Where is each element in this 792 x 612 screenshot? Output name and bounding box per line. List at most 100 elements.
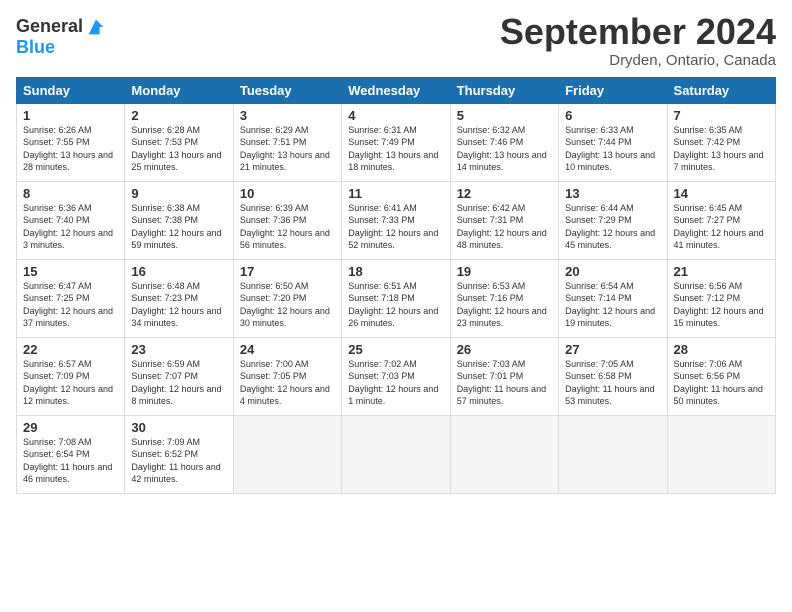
calendar-week-row: 15 Sunrise: 6:47 AMSunset: 7:25 PMDaylig… xyxy=(17,259,776,337)
day-number: 3 xyxy=(240,108,335,123)
day-info: Sunrise: 6:45 AMSunset: 7:27 PMDaylight:… xyxy=(674,203,764,251)
calendar-day-cell xyxy=(233,415,341,493)
day-number: 28 xyxy=(674,342,769,357)
day-number: 15 xyxy=(23,264,118,279)
calendar-day-cell xyxy=(450,415,558,493)
day-info: Sunrise: 6:39 AMSunset: 7:36 PMDaylight:… xyxy=(240,203,330,251)
day-number: 14 xyxy=(674,186,769,201)
calendar-day-cell xyxy=(667,415,775,493)
day-number: 9 xyxy=(131,186,226,201)
day-info: Sunrise: 7:08 AMSunset: 6:54 PMDaylight:… xyxy=(23,437,112,485)
calendar-day-cell: 27 Sunrise: 7:05 AMSunset: 6:58 PMDaylig… xyxy=(559,337,667,415)
weekday-header: Thursday xyxy=(450,77,558,103)
calendar-day-cell: 3 Sunrise: 6:29 AMSunset: 7:51 PMDayligh… xyxy=(233,103,341,181)
day-info: Sunrise: 6:32 AMSunset: 7:46 PMDaylight:… xyxy=(457,125,547,173)
day-number: 6 xyxy=(565,108,660,123)
calendar-day-cell: 12 Sunrise: 6:42 AMSunset: 7:31 PMDaylig… xyxy=(450,181,558,259)
calendar-day-cell: 28 Sunrise: 7:06 AMSunset: 6:56 PMDaylig… xyxy=(667,337,775,415)
weekday-header: Saturday xyxy=(667,77,775,103)
weekday-header: Sunday xyxy=(17,77,125,103)
day-info: Sunrise: 7:02 AMSunset: 7:03 PMDaylight:… xyxy=(348,359,438,407)
logo-icon xyxy=(85,16,107,38)
logo-subtext: Blue xyxy=(16,38,107,58)
calendar-day-cell: 23 Sunrise: 6:59 AMSunset: 7:07 PMDaylig… xyxy=(125,337,233,415)
day-number: 19 xyxy=(457,264,552,279)
weekday-header: Monday xyxy=(125,77,233,103)
day-info: Sunrise: 6:41 AMSunset: 7:33 PMDaylight:… xyxy=(348,203,438,251)
calendar-day-cell: 26 Sunrise: 7:03 AMSunset: 7:01 PMDaylig… xyxy=(450,337,558,415)
day-number: 23 xyxy=(131,342,226,357)
day-info: Sunrise: 6:31 AMSunset: 7:49 PMDaylight:… xyxy=(348,125,438,173)
day-number: 22 xyxy=(23,342,118,357)
calendar-day-cell: 14 Sunrise: 6:45 AMSunset: 7:27 PMDaylig… xyxy=(667,181,775,259)
day-info: Sunrise: 7:00 AMSunset: 7:05 PMDaylight:… xyxy=(240,359,330,407)
day-number: 30 xyxy=(131,420,226,435)
calendar-day-cell: 17 Sunrise: 6:50 AMSunset: 7:20 PMDaylig… xyxy=(233,259,341,337)
header: General Blue September 2024 Dryden, Onta… xyxy=(16,12,776,69)
day-info: Sunrise: 6:51 AMSunset: 7:18 PMDaylight:… xyxy=(348,281,438,329)
day-number: 11 xyxy=(348,186,443,201)
calendar-day-cell xyxy=(559,415,667,493)
calendar-table: SundayMondayTuesdayWednesdayThursdayFrid… xyxy=(16,77,776,494)
day-number: 4 xyxy=(348,108,443,123)
day-info: Sunrise: 7:06 AMSunset: 6:56 PMDaylight:… xyxy=(674,359,763,407)
day-number: 2 xyxy=(131,108,226,123)
calendar-day-cell: 29 Sunrise: 7:08 AMSunset: 6:54 PMDaylig… xyxy=(17,415,125,493)
calendar-day-cell: 6 Sunrise: 6:33 AMSunset: 7:44 PMDayligh… xyxy=(559,103,667,181)
day-info: Sunrise: 6:54 AMSunset: 7:14 PMDaylight:… xyxy=(565,281,655,329)
calendar-day-cell: 30 Sunrise: 7:09 AMSunset: 6:52 PMDaylig… xyxy=(125,415,233,493)
calendar-week-row: 1 Sunrise: 6:26 AMSunset: 7:55 PMDayligh… xyxy=(17,103,776,181)
day-number: 12 xyxy=(457,186,552,201)
day-info: Sunrise: 6:42 AMSunset: 7:31 PMDaylight:… xyxy=(457,203,547,251)
day-number: 13 xyxy=(565,186,660,201)
day-info: Sunrise: 6:26 AMSunset: 7:55 PMDaylight:… xyxy=(23,125,113,173)
day-number: 21 xyxy=(674,264,769,279)
calendar-week-row: 8 Sunrise: 6:36 AMSunset: 7:40 PMDayligh… xyxy=(17,181,776,259)
day-info: Sunrise: 6:36 AMSunset: 7:40 PMDaylight:… xyxy=(23,203,113,251)
calendar-day-cell: 7 Sunrise: 6:35 AMSunset: 7:42 PMDayligh… xyxy=(667,103,775,181)
logo-text: General xyxy=(16,17,83,37)
day-info: Sunrise: 7:05 AMSunset: 6:58 PMDaylight:… xyxy=(565,359,654,407)
day-info: Sunrise: 6:35 AMSunset: 7:42 PMDaylight:… xyxy=(674,125,764,173)
day-info: Sunrise: 6:57 AMSunset: 7:09 PMDaylight:… xyxy=(23,359,113,407)
calendar-day-cell: 15 Sunrise: 6:47 AMSunset: 7:25 PMDaylig… xyxy=(17,259,125,337)
day-number: 26 xyxy=(457,342,552,357)
calendar-day-cell: 4 Sunrise: 6:31 AMSunset: 7:49 PMDayligh… xyxy=(342,103,450,181)
day-number: 25 xyxy=(348,342,443,357)
weekday-header: Friday xyxy=(559,77,667,103)
day-info: Sunrise: 6:38 AMSunset: 7:38 PMDaylight:… xyxy=(131,203,221,251)
calendar-body: 1 Sunrise: 6:26 AMSunset: 7:55 PMDayligh… xyxy=(17,103,776,493)
calendar-day-cell: 25 Sunrise: 7:02 AMSunset: 7:03 PMDaylig… xyxy=(342,337,450,415)
calendar-day-cell: 21 Sunrise: 6:56 AMSunset: 7:12 PMDaylig… xyxy=(667,259,775,337)
day-info: Sunrise: 6:28 AMSunset: 7:53 PMDaylight:… xyxy=(131,125,221,173)
calendar-day-cell: 11 Sunrise: 6:41 AMSunset: 7:33 PMDaylig… xyxy=(342,181,450,259)
day-number: 5 xyxy=(457,108,552,123)
calendar-day-cell: 1 Sunrise: 6:26 AMSunset: 7:55 PMDayligh… xyxy=(17,103,125,181)
month-title: September 2024 xyxy=(500,12,776,52)
location: Dryden, Ontario, Canada xyxy=(500,52,776,69)
day-number: 7 xyxy=(674,108,769,123)
day-info: Sunrise: 6:33 AMSunset: 7:44 PMDaylight:… xyxy=(565,125,655,173)
day-info: Sunrise: 6:53 AMSunset: 7:16 PMDaylight:… xyxy=(457,281,547,329)
day-number: 16 xyxy=(131,264,226,279)
day-info: Sunrise: 6:50 AMSunset: 7:20 PMDaylight:… xyxy=(240,281,330,329)
logo: General Blue xyxy=(16,16,107,58)
calendar-day-cell: 22 Sunrise: 6:57 AMSunset: 7:09 PMDaylig… xyxy=(17,337,125,415)
day-number: 24 xyxy=(240,342,335,357)
calendar-day-cell: 19 Sunrise: 6:53 AMSunset: 7:16 PMDaylig… xyxy=(450,259,558,337)
calendar-container: General Blue September 2024 Dryden, Onta… xyxy=(0,0,792,502)
calendar-day-cell: 9 Sunrise: 6:38 AMSunset: 7:38 PMDayligh… xyxy=(125,181,233,259)
calendar-header-row: SundayMondayTuesdayWednesdayThursdayFrid… xyxy=(17,77,776,103)
day-info: Sunrise: 6:44 AMSunset: 7:29 PMDaylight:… xyxy=(565,203,655,251)
day-info: Sunrise: 6:48 AMSunset: 7:23 PMDaylight:… xyxy=(131,281,221,329)
day-number: 8 xyxy=(23,186,118,201)
calendar-day-cell: 5 Sunrise: 6:32 AMSunset: 7:46 PMDayligh… xyxy=(450,103,558,181)
day-info: Sunrise: 7:09 AMSunset: 6:52 PMDaylight:… xyxy=(131,437,220,485)
day-info: Sunrise: 6:56 AMSunset: 7:12 PMDaylight:… xyxy=(674,281,764,329)
day-info: Sunrise: 6:29 AMSunset: 7:51 PMDaylight:… xyxy=(240,125,330,173)
day-info: Sunrise: 7:03 AMSunset: 7:01 PMDaylight:… xyxy=(457,359,546,407)
calendar-day-cell: 16 Sunrise: 6:48 AMSunset: 7:23 PMDaylig… xyxy=(125,259,233,337)
calendar-week-row: 22 Sunrise: 6:57 AMSunset: 7:09 PMDaylig… xyxy=(17,337,776,415)
day-info: Sunrise: 6:59 AMSunset: 7:07 PMDaylight:… xyxy=(131,359,221,407)
title-block: September 2024 Dryden, Ontario, Canada xyxy=(500,12,776,69)
